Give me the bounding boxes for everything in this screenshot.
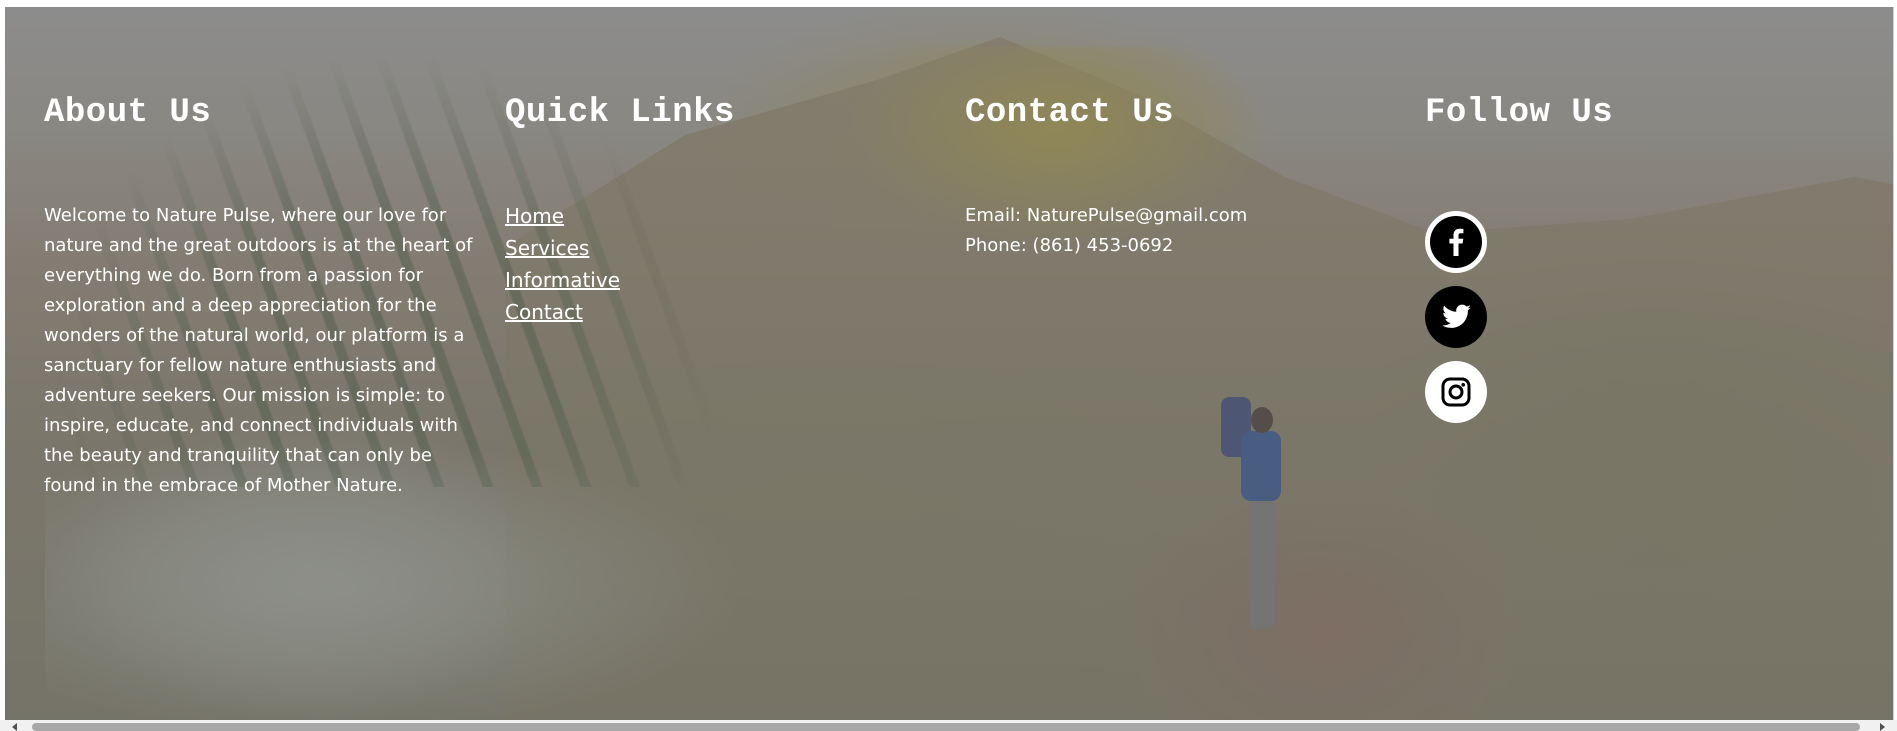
list-item: Services <box>505 233 620 265</box>
instagram-button[interactable] <box>1425 361 1487 423</box>
list-item: Home <box>505 201 620 233</box>
footer-section: About Us Welcome to Nature Pulse, where … <box>5 7 1894 720</box>
link-contact[interactable]: Contact <box>505 300 583 324</box>
scroll-left-arrow-icon[interactable] <box>12 723 17 731</box>
link-home[interactable]: Home <box>505 204 564 228</box>
about-column: About Us Welcome to Nature Pulse, where … <box>44 93 474 496</box>
scroll-right-arrow-icon[interactable] <box>1880 723 1885 731</box>
contact-email: Email: NaturePulse@gmail.com <box>965 205 1248 226</box>
quick-links-heading: Quick Links <box>505 94 735 132</box>
link-services[interactable]: Services <box>505 236 589 260</box>
social-links <box>1425 211 1487 436</box>
list-item: Contact <box>505 297 620 329</box>
follow-column: Follow Us <box>1425 93 1825 423</box>
list-item: Informative <box>505 265 620 297</box>
about-text: Welcome to Nature Pulse, where our love … <box>44 205 473 496</box>
follow-heading: Follow Us <box>1425 94 1614 132</box>
twitter-button[interactable] <box>1425 286 1487 348</box>
link-informative[interactable]: Informative <box>505 268 620 292</box>
quick-links-column: Quick Links Home Services Informative Co… <box>505 93 905 324</box>
quick-links-list: Home Services Informative Contact <box>505 201 620 329</box>
about-heading: About Us <box>44 94 212 132</box>
scrollbar-thumb[interactable] <box>32 723 1860 731</box>
contact-column: Contact Us Email: NaturePulse@gmail.com … <box>965 93 1365 256</box>
facebook-button[interactable] <box>1425 211 1487 273</box>
facebook-icon <box>1430 216 1482 268</box>
contact-phone: Phone: (861) 453-0692 <box>965 235 1174 256</box>
contact-heading: Contact Us <box>965 94 1175 132</box>
horizontal-scrollbar[interactable] <box>0 720 1897 731</box>
